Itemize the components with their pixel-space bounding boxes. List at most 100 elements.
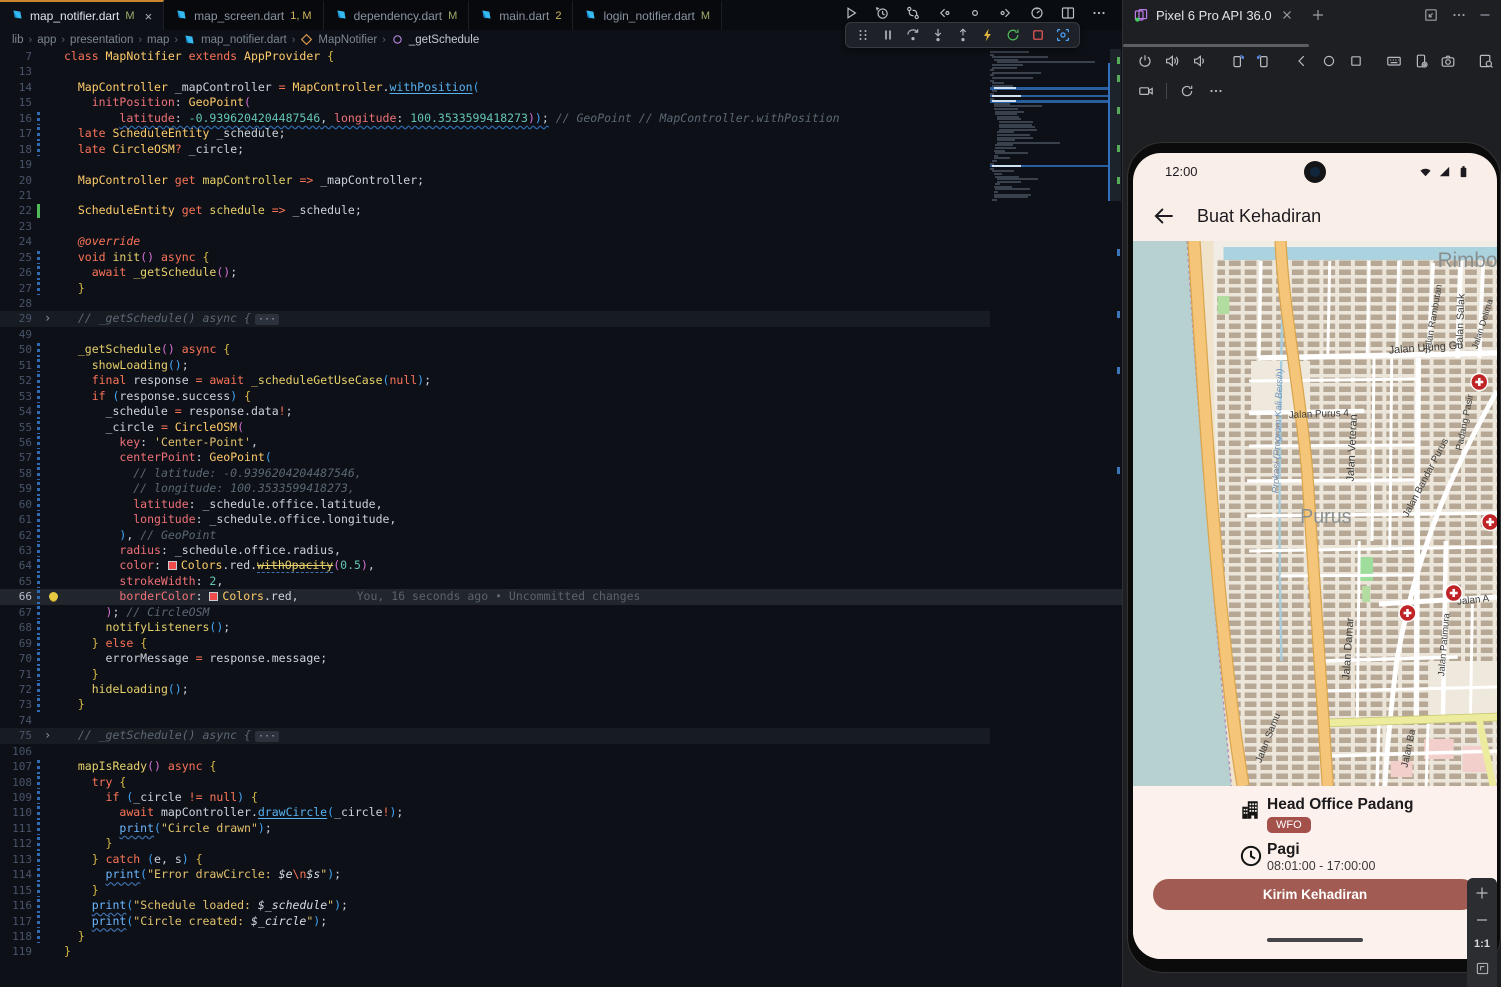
close-tab-icon[interactable]	[1279, 7, 1295, 23]
breakpoint-icon[interactable]	[966, 4, 984, 22]
step-over-icon[interactable]	[904, 27, 921, 44]
code-line-15[interactable]: 15 initPosition: GeoPoint(	[0, 95, 1122, 110]
code-line-112[interactable]: 112 }	[0, 836, 1122, 851]
code-line-115[interactable]: 115 }	[0, 883, 1122, 898]
more-actions-icon[interactable]	[1090, 4, 1108, 22]
step-out-icon[interactable]	[954, 27, 971, 44]
code-line-54[interactable]: 54 _schedule = response.data!;	[0, 404, 1122, 419]
code-area[interactable]: 7class MapNotifier extends AppProvider {…	[0, 49, 1122, 987]
code-line-29[interactable]: 29› // _getSchedule() async {···	[0, 311, 990, 326]
close-tab-icon[interactable]: ×	[145, 9, 153, 24]
code-line-106[interactable]: 106	[0, 744, 1122, 759]
pause-icon[interactable]	[879, 27, 896, 44]
zoom-out-icon[interactable]	[1473, 911, 1491, 929]
code-line-118[interactable]: 118 }	[0, 929, 1122, 944]
color-chip[interactable]	[168, 561, 177, 570]
more-actions-icon[interactable]	[1207, 82, 1225, 100]
code-line-67[interactable]: 67 ); // CircleOSM	[0, 605, 1122, 620]
back-icon[interactable]	[1294, 52, 1310, 70]
code-line-114[interactable]: 114 print("Error drawCircle: $e\n$s");	[0, 867, 1122, 882]
breadcrumb-item-presentation[interactable]: presentation	[70, 34, 133, 46]
code-line-58[interactable]: 58 // latitude: -0.9396204204487546,	[0, 466, 1122, 481]
back-arrow-icon[interactable]	[1151, 203, 1177, 229]
minimize-icon[interactable]	[1477, 7, 1493, 23]
code-line-65[interactable]: 65 strokeWidth: 2,	[0, 574, 1122, 589]
code-line-56[interactable]: 56 key: 'Center-Point',	[0, 435, 1122, 450]
inspect-icon[interactable]	[1054, 27, 1071, 44]
code-lines[interactable]: 7class MapNotifier extends AppProvider {…	[0, 49, 1122, 960]
restart-icon[interactable]	[1004, 27, 1021, 44]
grip-icon[interactable]	[854, 27, 871, 44]
overview-icon[interactable]	[1348, 52, 1364, 70]
code-line-21[interactable]: 21	[0, 188, 1122, 203]
code-line-70[interactable]: 70 errorMessage = response.message;	[0, 651, 1122, 666]
code-line-19[interactable]: 19	[0, 157, 1122, 172]
header-scrollbar[interactable]	[1123, 44, 1309, 47]
device-settings-icon[interactable]	[1413, 52, 1429, 70]
code-line-53[interactable]: 53 if (response.success) {	[0, 389, 1122, 404]
submit-attendance-button[interactable]: Kirim Kehadiran	[1153, 879, 1477, 910]
timeline-icon[interactable]	[873, 4, 891, 22]
code-line-69[interactable]: 69 } else {	[0, 636, 1122, 651]
home-icon[interactable]	[1321, 52, 1337, 70]
split-editor-icon[interactable]	[1059, 4, 1077, 22]
code-line-57[interactable]: 57 centerPoint: GeoPoint(	[0, 450, 1122, 465]
zoom-in-icon[interactable]	[1473, 884, 1491, 902]
nav-back-icon[interactable]	[935, 4, 953, 22]
code-line-107[interactable]: 107 mapIsReady() async {	[0, 759, 1122, 774]
minimap[interactable]	[990, 51, 1108, 201]
code-line-73[interactable]: 73 }	[0, 697, 1122, 712]
map-view[interactable]: RimboJalan SalakJalan RambutanJalan Deli…	[1133, 241, 1497, 786]
step-into-icon[interactable]	[929, 27, 946, 44]
fold-chevron-icon[interactable]: ›	[44, 311, 51, 326]
code-line-25[interactable]: 25 void init() async {	[0, 250, 1122, 265]
code-line-63[interactable]: 63 radius: _schedule.office.radius,	[0, 543, 1122, 558]
code-line-109[interactable]: 109 if (_circle != null) {	[0, 790, 1122, 805]
code-line-111[interactable]: 111 print("Circle drawn");	[0, 821, 1122, 836]
code-line-27[interactable]: 27 }	[0, 281, 1122, 296]
breadcrumb-item-MapNotifier[interactable]: MapNotifier	[318, 34, 377, 46]
run-profile-icon[interactable]	[1028, 4, 1046, 22]
lightbulb-icon[interactable]	[49, 592, 58, 601]
rotate-left-icon[interactable]	[1229, 52, 1245, 70]
fit-screen-icon[interactable]	[1473, 959, 1491, 977]
snapshot-reset-icon[interactable]	[1178, 82, 1196, 100]
breadcrumb-item-lib[interactable]: lib	[12, 34, 24, 46]
code-line-49[interactable]: 49	[0, 327, 1122, 342]
volume-down-icon[interactable]	[1191, 52, 1207, 70]
code-line-20[interactable]: 20 MapController get mapController => _m…	[0, 173, 1122, 188]
breadcrumb-item-map[interactable]: map	[147, 34, 169, 46]
openstreetmap[interactable]: RimboJalan SalakJalan RambutanJalan Deli…	[1133, 241, 1497, 786]
code-line-50[interactable]: 50 _getSchedule() async {	[0, 342, 1122, 357]
code-line-7[interactable]: 7class MapNotifier extends AppProvider {	[0, 49, 1122, 64]
breadcrumb-item-_getSchedule[interactable]: _getSchedule	[409, 34, 479, 46]
code-line-66[interactable]: 66 borderColor: Colors.red,You, 16 secon…	[0, 589, 1122, 604]
code-line-23[interactable]: 23	[0, 219, 1122, 234]
power-icon[interactable]	[1137, 52, 1153, 70]
tab-main.dart[interactable]: main.dart2	[469, 0, 573, 30]
code-line-13[interactable]: 13	[0, 64, 1122, 79]
code-line-26[interactable]: 26 await _getSchedule();	[0, 265, 1122, 280]
run-icon[interactable]	[842, 4, 860, 22]
hot-reload-icon[interactable]	[979, 27, 996, 44]
navigation-handle[interactable]	[1267, 938, 1363, 942]
keyboard-icon[interactable]	[1386, 52, 1402, 70]
fold-chevron-icon[interactable]: ›	[44, 728, 51, 743]
code-line-60[interactable]: 60 latitude: _schedule.office.latitude,	[0, 497, 1122, 512]
code-line-64[interactable]: 64 color: Colors.red.withOpacity(0.5),	[0, 558, 1122, 573]
code-line-59[interactable]: 59 // longitude: 100.3533599418273,	[0, 481, 1122, 496]
code-line-116[interactable]: 116 print("Schedule loaded: $_schedule")…	[0, 898, 1122, 913]
rotate-right-icon[interactable]	[1256, 52, 1272, 70]
code-line-75[interactable]: 75› // _getSchedule() async {···	[0, 728, 990, 743]
code-line-71[interactable]: 71 }	[0, 667, 1122, 682]
code-line-22[interactable]: 22 ScheduleEntity get schedule => _sched…	[0, 203, 1122, 218]
popout-icon[interactable]	[1423, 7, 1439, 23]
tab-map_notifier.dart[interactable]: map_notifier.dartM×	[0, 0, 164, 30]
code-line-119[interactable]: 119}	[0, 944, 1122, 959]
screenshot-search-icon[interactable]	[1478, 52, 1494, 70]
color-chip[interactable]	[209, 592, 218, 601]
overview-ruler[interactable]	[1109, 49, 1122, 987]
tab-map_screen.dart[interactable]: map_screen.dart1, M	[164, 0, 323, 30]
breadcrumb-item-map_notifier.dart[interactable]: map_notifier.dart	[201, 34, 287, 46]
code-line-24[interactable]: 24 @override	[0, 234, 1122, 249]
